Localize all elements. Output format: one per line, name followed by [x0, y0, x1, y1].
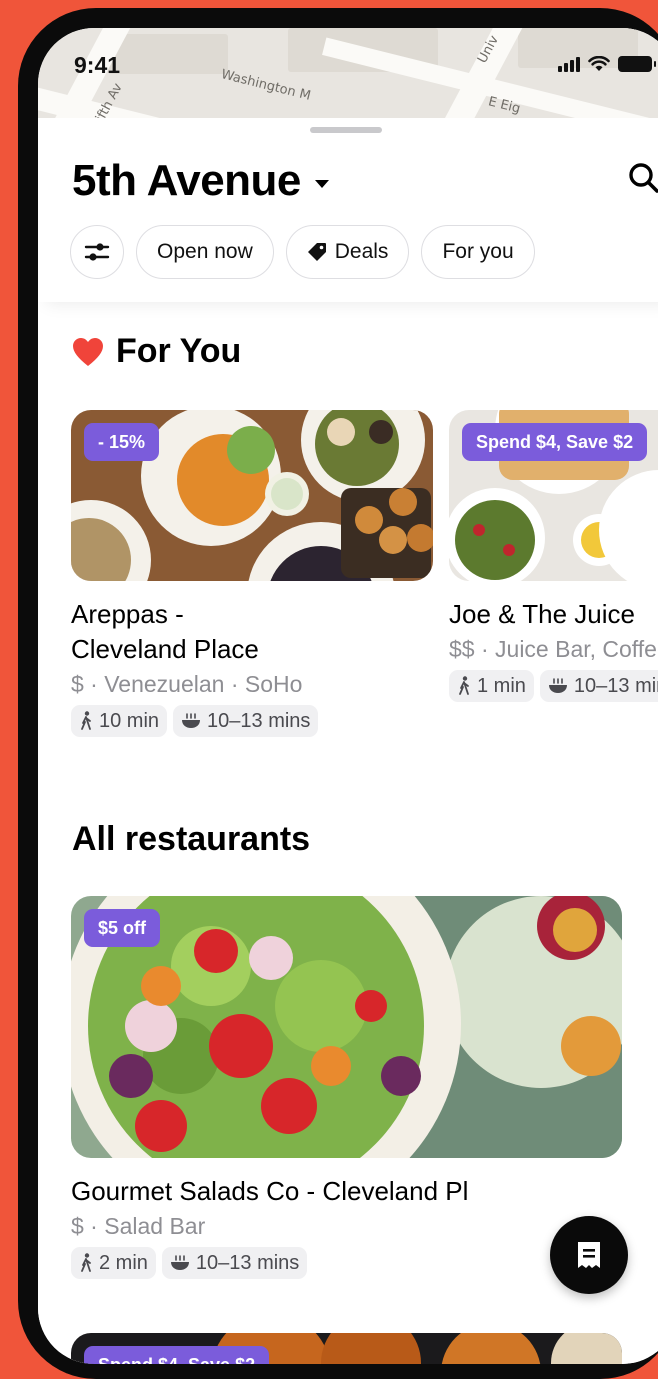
- status-time: 9:41: [74, 52, 121, 78]
- bowl-icon: [548, 678, 567, 693]
- location-selector[interactable]: 5th Avenue: [72, 156, 329, 206]
- discount-badge: - 15%: [84, 423, 160, 461]
- walk-time-label: 10 min: [99, 709, 160, 732]
- deal-badge: Spend $4, Save $2: [462, 423, 648, 461]
- tag-icon: [307, 243, 326, 261]
- delivery-time-pill: 10–13 mins: [539, 670, 658, 702]
- filter-icon: [84, 243, 110, 261]
- all-restaurants-title: All restaurants: [72, 820, 311, 858]
- bowl-icon: [170, 1255, 189, 1270]
- bottom-sheet: 5th Avenue Open now Deals For you For Yo…: [38, 118, 658, 1364]
- discount-badge-label: $5 off: [98, 917, 147, 938]
- restaurant-name-line2: Cleveland Place: [71, 634, 259, 664]
- chip-open-now[interactable]: Open now: [136, 225, 274, 279]
- bowl-icon: [182, 713, 201, 728]
- delivery-time-label: 10–13 mins: [195, 1251, 300, 1274]
- deal-badge: Spend $4, Save $2: [84, 1346, 270, 1365]
- search-button[interactable]: [626, 160, 658, 196]
- restaurant-meta: $$ · Juice Bar, Coffee: [449, 636, 658, 662]
- discount-badge-label: - 15%: [98, 431, 146, 452]
- chip-for-you-label: For you: [442, 240, 514, 263]
- chip-deals[interactable]: Deals: [285, 225, 410, 279]
- status-icons: [558, 56, 656, 72]
- walk-time-pill: 1 min: [449, 670, 534, 702]
- restaurant-name: Areppas - Cleveland Place: [71, 597, 433, 667]
- restaurant-photo: Spend $4, Save $2: [71, 1333, 622, 1364]
- for-you-title: For You: [116, 332, 242, 370]
- delivery-time-label: 10–13 mins: [207, 709, 311, 732]
- search-icon: [629, 163, 658, 193]
- chip-deals-label: Deals: [334, 240, 389, 263]
- deal-badge-label: Spend $4, Save $2: [476, 431, 634, 452]
- restaurant-name: Gourmet Salads Co - Cleveland Pl: [71, 1176, 469, 1206]
- walk-icon: [81, 711, 91, 730]
- walk-icon: [459, 676, 469, 695]
- walk-time-label: 1 min: [477, 674, 526, 697]
- restaurant-name: Joe & The Juice: [449, 599, 635, 629]
- receipt-icon: [578, 1242, 600, 1268]
- deal-badge-label: Spend $4, Save $2: [98, 1355, 255, 1365]
- orders-button[interactable]: [550, 1216, 628, 1294]
- sheet-header: 5th Avenue Open now Deals For you: [38, 118, 658, 302]
- restaurant-pills: 2 min 10–13 mins: [71, 1247, 622, 1279]
- chip-open-now-label: Open now: [157, 240, 253, 263]
- restaurant-meta: $ · Venezuelan · SoHo: [71, 671, 303, 697]
- filter-settings-button[interactable]: [70, 225, 124, 279]
- delivery-time-label: 10–13 mins: [573, 674, 658, 697]
- filter-chips: Open now Deals For you: [70, 225, 535, 279]
- walk-time-pill: 10 min: [71, 705, 168, 737]
- heart-icon: [73, 337, 103, 366]
- sheet-grabber[interactable]: [310, 127, 382, 133]
- restaurant-card-areppas[interactable]: - 15% Areppas - Cleveland Place $ · Vene…: [71, 410, 433, 737]
- cellular-signal-icon: [558, 56, 580, 72]
- chip-for-you[interactable]: For you: [421, 225, 535, 279]
- discount-badge: $5 off: [84, 909, 161, 947]
- restaurant-photo: $5 off: [71, 896, 622, 1158]
- walk-time-pill: 2 min: [71, 1247, 156, 1279]
- app-screen: Fifth Av Washington M E Eig Univ 9:41 5t…: [38, 28, 658, 1364]
- restaurant-card-next[interactable]: Spend $4, Save $2: [71, 1333, 622, 1364]
- for-you-heading: For You: [72, 332, 241, 371]
- battery-icon: [618, 56, 656, 72]
- wifi-icon: [588, 56, 610, 71]
- restaurant-pills: 10 min 10–13 mins: [71, 705, 433, 737]
- status-bar: 9:41: [38, 28, 658, 88]
- restaurant-card-joe-juice[interactable]: Spend $4, Save $2 Joe & The Juice $$ · J…: [449, 410, 658, 702]
- restaurant-photo: - 15%: [71, 410, 433, 581]
- chevron-down-icon: [314, 180, 329, 188]
- restaurant-card-gourmet-salads[interactable]: $5 off Gourmet Salads Co - Cleveland Pl …: [71, 896, 622, 1279]
- restaurant-pills: 1 min 10–13 mins: [449, 670, 658, 702]
- all-restaurants-heading: All restaurants: [72, 820, 310, 859]
- restaurant-name-line1: Areppas -: [71, 599, 184, 629]
- walk-icon: [81, 1253, 91, 1272]
- location-title: 5th Avenue: [72, 156, 301, 205]
- restaurant-meta: $ · Salad Bar: [71, 1213, 206, 1239]
- walk-time-label: 2 min: [99, 1251, 148, 1274]
- restaurant-photo: Spend $4, Save $2: [449, 410, 658, 581]
- delivery-time-pill: 10–13 mins: [161, 1247, 308, 1279]
- delivery-time-pill: 10–13 mins: [173, 705, 319, 737]
